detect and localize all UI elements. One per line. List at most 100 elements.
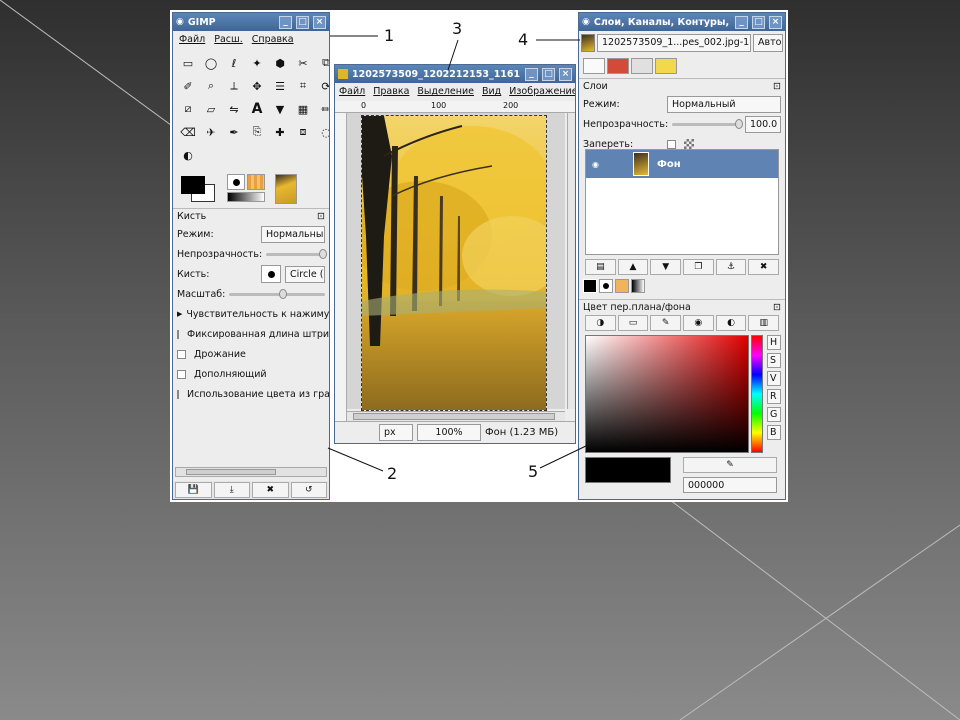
zoom-select[interactable]: 100% [417,424,481,441]
hue-strip[interactable] [751,335,763,453]
pattern-preview-icon[interactable] [247,174,265,190]
eraser-icon[interactable]: ⌫ [177,121,199,143]
fixed-length-checkbox[interactable] [177,329,179,339]
ink-icon[interactable]: ✒ [223,121,245,143]
heal-icon[interactable]: ✚ [269,121,291,143]
eye-icon[interactable]: ◉ [592,160,599,169]
image-menu-select[interactable]: Выделение [417,86,474,97]
channel-b-tab[interactable]: B [767,425,781,440]
wheel-selector-button[interactable]: ◉ [683,315,714,331]
foreground-color-swatch[interactable] [181,176,205,194]
image-menu-edit[interactable]: Правка [373,86,409,97]
align-icon[interactable]: ☰ [269,75,291,97]
dock-close-button[interactable]: × [769,15,782,29]
rect-select-icon[interactable]: ▭ [177,52,199,74]
save-options-button[interactable]: 💾 [175,482,212,498]
channel-h-tab[interactable]: H [767,335,781,350]
blur-icon[interactable]: ◌ [315,121,329,143]
free-select-icon[interactable]: ℓ [223,52,245,74]
dock-minimize-button[interactable]: _ [735,15,748,29]
brush-preview-icon[interactable] [227,174,245,190]
autumn-photo[interactable] [361,115,547,411]
gradient-color-row[interactable]: Использование цвета из гра [173,384,329,404]
expander-arrow-icon[interactable]: ▶ [177,310,182,318]
jitter-checkbox[interactable] [177,349,186,359]
delete-options-button[interactable]: ✖ [252,482,289,498]
mini-brush-icon[interactable] [599,279,613,293]
channel-s-tab[interactable]: S [767,353,781,368]
hex-color-field[interactable]: 000000 [683,477,777,493]
layer-mode-select[interactable]: Нормальный [667,95,781,113]
tab-paths[interactable] [631,58,653,74]
restore-options-button[interactable]: ⤓ [213,482,250,498]
minimize-button[interactable]: _ [279,15,292,29]
delete-layer-button[interactable]: ✖ [748,259,780,275]
perspective-icon[interactable]: ▱ [200,98,222,120]
canvas-area[interactable] [347,113,575,411]
pressure-sensitivity-row[interactable]: ▶ Чувствительность к нажиму [173,304,329,324]
channel-r-tab[interactable]: R [767,389,781,404]
raise-layer-button[interactable]: ▲ [617,259,649,275]
image-horizontal-scrollbar[interactable] [347,411,565,421]
image-menu-image[interactable]: Изображение [509,86,575,97]
layer-opacity-slider[interactable] [672,118,743,129]
brush-name-field[interactable]: Circle (11 [285,265,325,283]
text-icon[interactable]: A [246,98,268,120]
scales-selector-button[interactable]: ▥ [748,315,780,331]
active-image-thumbnail[interactable] [275,174,297,204]
image-maximize-button[interactable]: □ [542,67,555,81]
ellipse-select-icon[interactable]: ◯ [200,52,222,74]
mini-fg-bg-icon[interactable] [583,279,597,293]
dodge-burn-icon[interactable]: ◐ [177,144,199,166]
anchor-layer-button[interactable]: ⚓ [715,259,747,275]
palette-selector-button[interactable]: ◐ [715,315,747,331]
new-layer-button[interactable]: ▤ [585,259,616,275]
blend-icon[interactable]: ▦ [292,98,314,120]
color-dock-menu-icon[interactable]: ⊡ [773,302,781,313]
crop-icon[interactable]: ⌗ [292,75,314,97]
maximize-button[interactable]: □ [296,15,309,29]
duplicate-layer-button[interactable]: ❐ [683,259,714,275]
horizontal-scrollbar[interactable] [175,467,327,477]
shear-icon[interactable]: ⧄ [177,98,199,120]
scissors-icon[interactable]: ✂ [292,52,314,74]
pencil-icon[interactable]: ✏ [315,98,329,120]
brush-opacity-slider[interactable] [266,248,327,259]
menu-file[interactable]: Файл [179,34,205,45]
color-picker-icon[interactable]: ✐ [177,75,199,97]
mini-pattern-icon[interactable] [615,279,629,293]
unit-select[interactable]: px [379,424,413,441]
auto-button[interactable]: Авто [753,34,783,52]
flip-icon[interactable]: ⇋ [223,98,245,120]
airbrush-icon[interactable]: ✈ [200,121,222,143]
image-minimize-button[interactable]: _ [525,67,538,81]
zoom-icon[interactable]: ⌕ [200,75,222,97]
image-menu-file[interactable]: Файл [339,86,365,97]
layers-titlebar[interactable]: ◉ Слои, Каналы, Контуры, С _ □ × [579,13,785,31]
menu-extensions[interactable]: Расш. [214,34,243,45]
color-field[interactable] [585,335,749,453]
incremental-row[interactable]: Дополняющий [173,364,329,384]
close-button[interactable]: × [313,15,326,29]
image-menu-view[interactable]: Вид [482,86,501,97]
image-select-combo[interactable]: 1202573509_1...pes_002.jpg-1 [597,34,751,52]
clone-icon[interactable]: ⎘ [246,121,268,143]
color-picker-button[interactable]: ✎ [683,457,777,473]
tab-channels[interactable] [607,58,629,74]
dock-menu-icon[interactable]: ⊡ [317,211,325,222]
channel-g-tab[interactable]: G [767,407,781,422]
move-icon[interactable]: ✥ [246,75,268,97]
brush-mode-select[interactable]: Нормальный [261,225,325,243]
menu-help[interactable]: Справка [252,34,294,45]
lower-layer-button[interactable]: ▼ [650,259,682,275]
toolbox-titlebar[interactable]: ◉ GIMP _ □ × [173,13,329,31]
jitter-row[interactable]: Дрожание [173,344,329,364]
watercolor-selector-button[interactable]: ✎ [650,315,682,331]
foreground-select-icon[interactable]: ⧉ [315,52,329,74]
dock-maximize-button[interactable]: □ [752,15,765,29]
reset-options-button[interactable]: ↺ [290,482,327,498]
image-titlebar[interactable]: 1202573509_1202212153_116115023 _ □ × [335,65,575,83]
lock-pixels-checkbox[interactable] [667,139,676,149]
incremental-checkbox[interactable] [177,369,186,379]
tab-layers[interactable] [583,58,605,74]
